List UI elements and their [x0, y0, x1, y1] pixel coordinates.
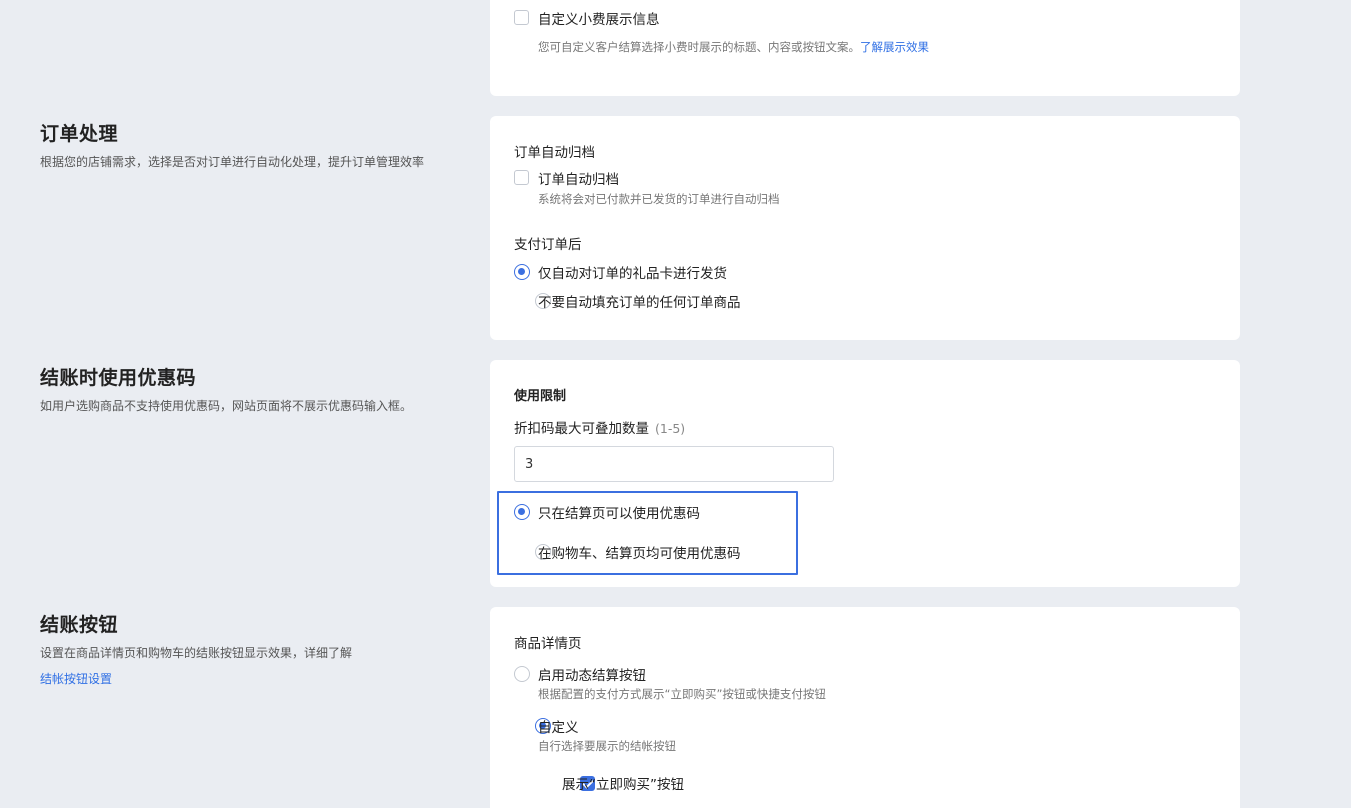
custom-tip-checkbox[interactable] [514, 10, 529, 25]
custom-tip-hint: 您可自定义客户结算选择小费时展示的标题、内容或按钮文案。了解展示效果 [538, 39, 929, 55]
usage-limit-heading: 使用限制 [514, 389, 567, 404]
checkout-button-title: 结账按钮 [40, 614, 119, 636]
coupon-section-title: 结账时使用优惠码 [40, 367, 197, 389]
max-stack-range: (1-5) [655, 421, 686, 436]
checkout-button-settings-link[interactable]: 结帐按钮设置 [40, 670, 112, 687]
radio-checkout-only[interactable] [514, 504, 530, 520]
max-stack-label-row: 折扣码最大可叠加数量 (1-5) [514, 417, 685, 437]
auto-archive-heading: 订单自动归档 [514, 145, 595, 161]
checkout-button-description: 设置在商品详情页和购物车的结账按钮显示效果，详细了解 [40, 646, 353, 660]
custom-tip-hint-text: 您可自定义客户结算选择小费时展示的标题、内容或按钮文案。 [538, 40, 860, 54]
checkout-button-card: 商品详情页 启用动态结算按钮 根据配置的支付方式展示“立即购买”按钮或快捷支付按… [490, 607, 1240, 808]
order-processing-card: 订单自动归档 订单自动归档 系统将会对已付款并已发货的订单进行自动归档 支付订单… [490, 116, 1240, 340]
order-processing-title: 订单处理 [40, 123, 119, 145]
radio-dynamic-checkout-label[interactable]: 启用动态结算按钮 [538, 664, 646, 684]
tip-settings-card: 自定义小费展示信息 您可自定义客户结算选择小费时展示的标题、内容或按钮文案。了解… [490, 0, 1240, 96]
auto-archive-hint: 系统将会对已付款并已发货的订单进行自动归档 [538, 192, 780, 206]
radio-dynamic-checkout[interactable] [514, 666, 530, 682]
radio-giftcard-only-label[interactable]: 仅自动对订单的礼品卡进行发货 [538, 262, 727, 282]
product-page-heading: 商品详情页 [514, 636, 582, 652]
radio-no-autofill-label[interactable]: 不要自动填充订单的任何订单商品 [538, 291, 741, 311]
show-buy-now-label[interactable]: 展示“立即购买”按钮 [562, 773, 684, 793]
max-stack-input[interactable] [514, 446, 834, 482]
coupon-settings-card: 使用限制 折扣码最大可叠加数量 (1-5) 只在结算页可以使用优惠码 在购物车、结… [490, 360, 1240, 587]
radio-giftcard-only[interactable] [514, 264, 530, 280]
order-processing-description: 根据您的店铺需求，选择是否对订单进行自动化处理，提升订单管理效率 [40, 155, 425, 169]
auto-archive-checkbox[interactable] [514, 170, 529, 185]
radio-dynamic-checkout-hint: 根据配置的支付方式展示“立即购买”按钮或快捷支付按钮 [538, 687, 826, 701]
coupon-section-description: 如用户选购商品不支持使用优惠码，网站页面将不展示优惠码输入框。 [40, 399, 413, 413]
radio-custom-checkout-hint: 自行选择要展示的结帐按钮 [538, 739, 676, 753]
radio-cart-and-checkout-label[interactable]: 在购物车、结算页均可使用优惠码 [538, 542, 741, 562]
after-payment-heading: 支付订单后 [514, 237, 582, 253]
radio-checkout-only-label[interactable]: 只在结算页可以使用优惠码 [538, 502, 700, 522]
settings-page: 自定义小费展示信息 您可自定义客户结算选择小费时展示的标题、内容或按钮文案。了解… [0, 0, 1351, 808]
auto-archive-label: 订单自动归档 [538, 172, 619, 188]
max-stack-label: 折扣码最大可叠加数量 [514, 421, 649, 437]
radio-custom-checkout-label[interactable]: 自定义 [538, 716, 579, 736]
view-effect-link[interactable]: 了解展示效果 [860, 40, 929, 54]
custom-tip-label: 自定义小费展示信息 [538, 12, 660, 28]
